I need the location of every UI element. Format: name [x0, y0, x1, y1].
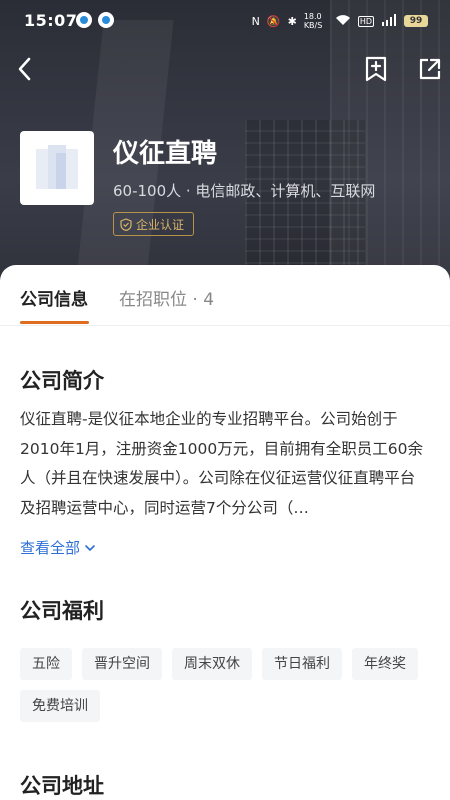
status-indicators: N 🔕 ✱ 18.0 KB/S HD 99 — [252, 12, 428, 30]
mute-icon: 🔕 — [266, 14, 281, 28]
nfc-icon: N — [251, 14, 260, 28]
back-button[interactable] — [9, 54, 39, 84]
wifi-icon — [335, 14, 351, 29]
benefit-tag: 年终奖 — [352, 648, 418, 680]
company-logo-graphic — [36, 145, 78, 189]
company-header: 15:07 N 🔕 ✱ 18.0 KB/S HD 99 仪征直聘 60-100人… — [0, 0, 450, 300]
benefit-tag: 免费培训 — [20, 690, 100, 722]
battery-icon: 99 — [404, 15, 428, 27]
company-meta: 60-100人 · 电信邮政、计算机、互联网 — [113, 182, 376, 200]
active-tab-indicator — [20, 321, 89, 324]
chevron-left-icon — [18, 57, 31, 81]
status-bar: 15:07 N 🔕 ✱ 18.0 KB/S HD 99 — [0, 0, 450, 40]
chevron-down-icon — [85, 544, 95, 551]
intro-title: 公司简介 — [20, 369, 104, 393]
bluetooth-icon: ✱ — [287, 14, 297, 28]
company-name: 仪征直聘 — [113, 139, 218, 169]
notification-app-icon — [76, 12, 92, 28]
shield-check-icon — [120, 217, 132, 231]
telegram-icon — [98, 12, 114, 28]
bookmark-button[interactable] — [361, 54, 391, 84]
network-speed: 18.0 KB/S — [303, 12, 323, 30]
hd-icon: HD — [357, 15, 374, 27]
view-all-button[interactable]: 查看全部 — [20, 537, 96, 558]
benefits-title: 公司福利 — [20, 599, 104, 623]
share-button[interactable] — [415, 54, 445, 84]
bookmark-add-icon — [365, 56, 387, 82]
benefit-tag: 节日福利 — [262, 648, 342, 680]
address-title: 公司地址 — [20, 774, 104, 798]
tab-open-positions[interactable]: 在招职位 · 4 — [119, 285, 214, 310]
share-icon — [419, 58, 441, 80]
benefit-tag: 周末双休 — [172, 648, 252, 680]
benefit-tag: 五险 — [20, 648, 72, 680]
verify-badge[interactable]: 企业认证 — [113, 212, 195, 236]
tab-bar: 公司信息 在招职位 · 4 — [0, 265, 450, 326]
intro-text: 仪征直聘-是仪征本地企业的专业招聘平台。公司始创于2010年1月，注册资金100… — [20, 410, 423, 517]
status-time: 15:07 — [24, 11, 78, 30]
benefit-tag: 晋升空间 — [82, 648, 162, 680]
benefit-tags: 五险 晋升空间 周末双休 节日福利 年终奖 免费培训 — [20, 648, 440, 722]
company-content: 公司信息 在招职位 · 4 公司简介 仪征直聘-是仪征本地企业的专业招聘平台。公… — [0, 265, 450, 800]
verify-label: 企业认证 — [136, 217, 185, 232]
company-logo — [20, 131, 94, 205]
signal-icon — [381, 13, 397, 29]
tab-company-info[interactable]: 公司信息 — [20, 285, 88, 310]
background-building — [330, 0, 450, 300]
view-all-label: 查看全部 — [20, 539, 81, 557]
